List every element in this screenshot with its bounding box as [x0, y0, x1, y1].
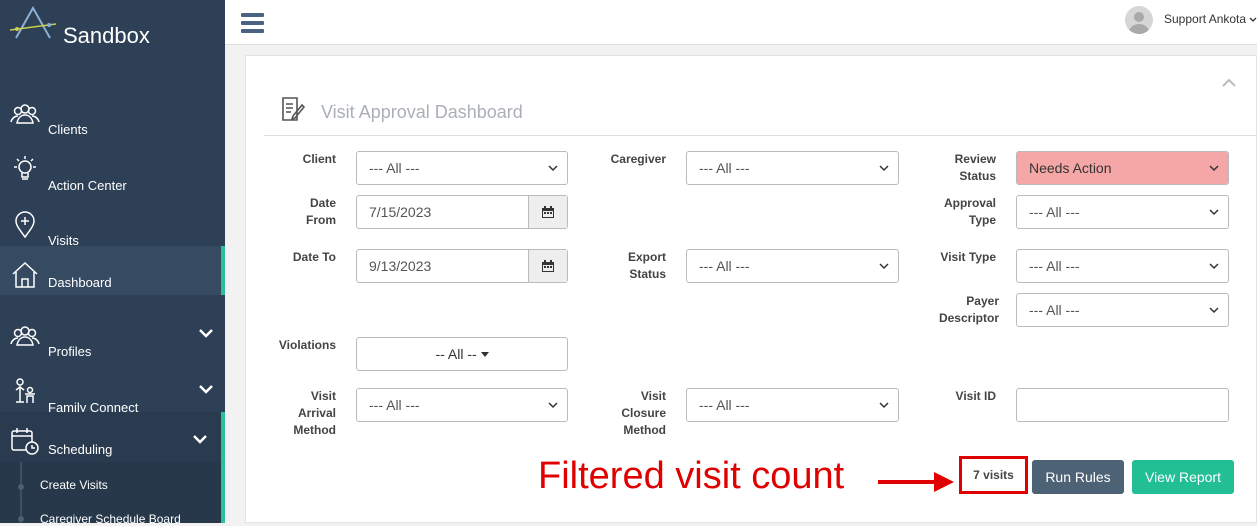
export-status-select[interactable]: --- All --- [686, 249, 899, 283]
sidebar: Sandbox Clients Action Center Visits Das… [0, 0, 225, 526]
run-rules-button[interactable]: Run Rules [1032, 460, 1124, 494]
date-to-field[interactable]: 9/13/2023 [356, 249, 568, 283]
chevron-up-icon[interactable] [1222, 78, 1236, 88]
top-bar: Support Ankota [225, 0, 1257, 45]
sidebar-item-clients[interactable]: Clients [0, 90, 225, 142]
view-report-button[interactable]: View Report [1132, 460, 1234, 494]
client-select[interactable]: --- All --- [356, 151, 568, 185]
sidebar-item-label: Clients [48, 122, 88, 137]
page-title: Visit Approval Dashboard [321, 102, 523, 122]
sidebar-item-profiles[interactable]: Profiles [0, 312, 225, 364]
chevron-down-icon [1209, 307, 1219, 314]
date-to-label: Date To [292, 250, 336, 264]
calendar-clock-icon [11, 428, 39, 455]
chevron-down-icon [879, 402, 889, 409]
visit-type-label: Visit Type [940, 250, 996, 264]
sidebar-item-action-center[interactable]: Action Center [0, 146, 225, 198]
date-from-label: Date From [306, 196, 336, 227]
brand[interactable]: Sandbox [0, 0, 225, 80]
export-status-label: Export Status [627, 250, 666, 281]
chevron-down-icon [1209, 165, 1219, 172]
client-label: Client [302, 152, 336, 166]
chevron-down-icon [193, 435, 207, 444]
caret-down-icon [480, 351, 489, 357]
calendar-button[interactable] [528, 196, 567, 228]
chevron-down-icon [548, 402, 558, 409]
calendar-icon [542, 260, 554, 272]
edit-document-icon [282, 97, 305, 121]
review-status-select[interactable]: Needs Action [1016, 151, 1229, 185]
divider [264, 135, 1257, 136]
violations-label: Violations [278, 338, 336, 352]
visit-closure-method-label: Visit Closure Method [621, 389, 666, 437]
visit-arrival-method-select[interactable]: --- All --- [356, 388, 568, 422]
sidebar-item-label: Profiles [48, 344, 92, 359]
payer-descriptor-select[interactable]: --- All --- [1016, 293, 1229, 327]
visit-type-select[interactable]: --- All --- [1016, 249, 1229, 283]
caregiver-select[interactable]: --- All --- [686, 151, 899, 185]
chevron-down-icon [879, 263, 889, 270]
sidebar-subitem-caregiver-schedule-board[interactable]: Caregiver Schedule Board [40, 512, 181, 526]
chevron-down-icon [1249, 17, 1257, 22]
annotation-label: Filtered visit count [538, 455, 845, 497]
visit-approval-panel: Visit Approval Dashboard [245, 55, 1257, 523]
chevron-down-icon [199, 385, 213, 394]
brand-name: Sandbox [63, 23, 150, 48]
submenu-line [20, 462, 22, 523]
sidebar-subitem-create-visits[interactable]: Create Visits [40, 478, 108, 492]
lightbulb-icon [14, 156, 36, 180]
user-avatar-icon [1128, 12, 1150, 34]
payer-descriptor-label: Payer Descriptor [938, 294, 999, 325]
caregiver-label: Caregiver [610, 152, 666, 166]
approval-type-select[interactable]: --- All --- [1016, 195, 1229, 229]
sidebar-item-label: Dashboard [48, 275, 112, 290]
sidebar-item-label: Action Center [48, 178, 127, 193]
visit-closure-method-select[interactable]: --- All --- [686, 388, 899, 422]
chevron-down-icon [1209, 209, 1219, 216]
chevron-down-icon [548, 165, 558, 172]
review-status-label: Review Status [954, 152, 996, 183]
chevron-down-icon [1209, 263, 1219, 270]
sidebar-item-dashboard[interactable]: Dashboard [0, 246, 225, 295]
sidebar-item-label: Scheduling [48, 442, 113, 457]
calendar-button[interactable] [528, 250, 567, 282]
submenu-dot [18, 484, 24, 490]
visit-count-badge: 7 visits [959, 456, 1028, 494]
ankota-logo-icon [10, 6, 56, 39]
sidebar-item-scheduling[interactable]: Scheduling [0, 412, 225, 462]
violations-dropdown[interactable]: -- All -- [356, 337, 568, 371]
date-from-field[interactable]: 7/15/2023 [356, 195, 568, 229]
submenu-dot [18, 516, 24, 522]
clients-icon [10, 104, 40, 124]
chevron-down-icon [879, 165, 889, 172]
visit-arrival-method-label: Visit Arrival Method [293, 389, 336, 437]
profiles-icon [10, 326, 40, 346]
family-icon [15, 378, 35, 403]
user-menu[interactable]: Support Ankota [1164, 12, 1257, 26]
home-icon [12, 261, 38, 288]
visit-pin-icon [15, 211, 35, 239]
chevron-down-icon [199, 329, 213, 338]
visit-id-label: Visit ID [955, 389, 996, 403]
hamburger-menu-icon[interactable] [241, 13, 264, 33]
visit-id-input[interactable] [1016, 388, 1229, 422]
avatar[interactable] [1125, 6, 1153, 34]
arrow-right-icon [878, 472, 954, 492]
approval-type-label: Approval Type [943, 196, 996, 227]
calendar-icon [542, 206, 554, 218]
